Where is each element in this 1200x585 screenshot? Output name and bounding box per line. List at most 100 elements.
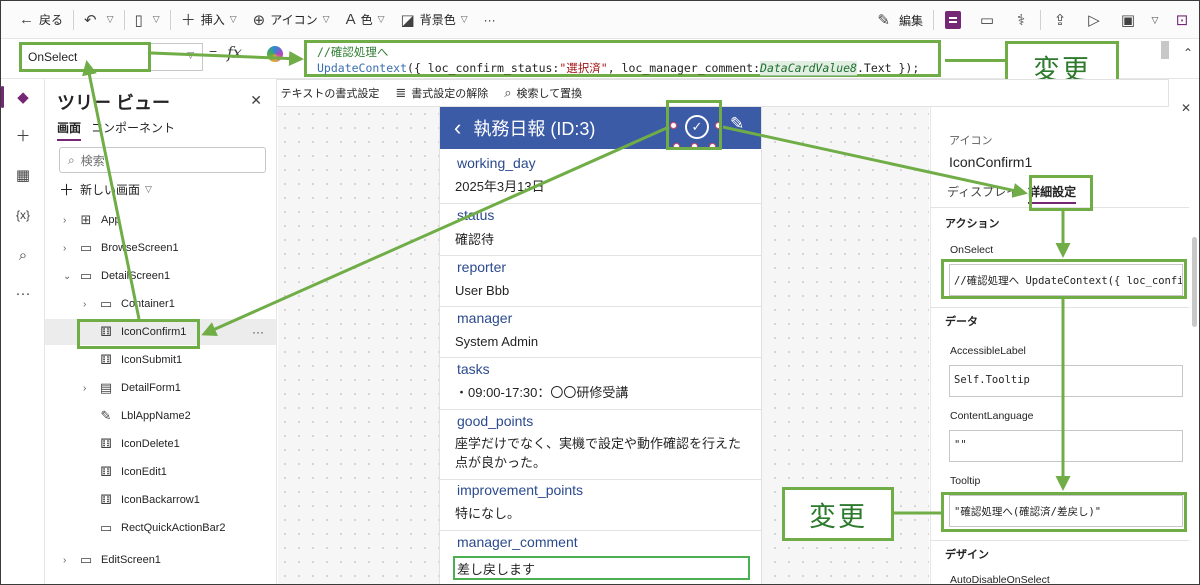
publish-icon[interactable]: ⊡ bbox=[1165, 1, 1199, 39]
share-icon[interactable]: ⇪ bbox=[1043, 1, 1077, 39]
tree-item-rectquickactionbar[interactable]: ▭ RectQuickActionBar2 bbox=[45, 515, 276, 541]
tree-item-lblappname[interactable]: ✎ LblAppName2 bbox=[45, 403, 276, 429]
layers-icon[interactable]: ◆ bbox=[1, 79, 45, 115]
chevron-right-icon[interactable]: › bbox=[63, 555, 75, 566]
tree-item-iconsubmit[interactable]: ⚅ IconSubmit1 bbox=[45, 347, 276, 373]
icon-control-icon: ⚅ bbox=[100, 436, 112, 451]
manager-comment-input[interactable]: 差し戻します bbox=[453, 556, 750, 580]
undo-button[interactable]: ↶ ▽ bbox=[76, 1, 122, 39]
chevron-down-icon[interactable]: ▽ bbox=[153, 14, 160, 25]
divider bbox=[440, 479, 761, 480]
collapse-icon[interactable]: ⌃ bbox=[1183, 46, 1193, 60]
edit-button[interactable]: ✎ 編集 bbox=[869, 1, 931, 39]
copilot-icon[interactable] bbox=[267, 46, 283, 62]
comment-icon[interactable]: ▭ bbox=[970, 1, 1004, 39]
chevron-down-icon[interactable]: ▽ bbox=[107, 14, 114, 25]
divider bbox=[931, 307, 1189, 308]
pencil-icon: ✎ bbox=[877, 12, 890, 29]
icon-button[interactable]: ⊕ アイコン ▽ bbox=[245, 1, 338, 39]
power-apps-icon[interactable] bbox=[945, 11, 961, 29]
formula-scrollbar[interactable] bbox=[1161, 41, 1169, 59]
tree-item-detailform[interactable]: › ▤ DetailForm1 bbox=[45, 375, 276, 401]
find-replace-button[interactable]: ⌕ 検索して置換 bbox=[504, 85, 582, 101]
variables-icon[interactable]: {x} bbox=[1, 197, 45, 233]
tree-item-detailscreen[interactable]: ⌄ ▭ DetailScreen1 bbox=[45, 263, 276, 289]
annotation-box-onselect bbox=[941, 259, 1187, 299]
tab-display[interactable]: ディスプレイ bbox=[947, 183, 1018, 204]
annotation-box-confirm-icon bbox=[666, 100, 722, 150]
icon-control-icon: ⚅ bbox=[100, 492, 112, 507]
tooltip-label: Tooltip bbox=[950, 475, 981, 487]
format-text-button[interactable]: ☰テキストの書式設定 bbox=[264, 85, 379, 101]
field-value: 座学だけでなく、実機で設定や動作確認を行えた点が良かった。 bbox=[455, 436, 742, 470]
tree-search-input[interactable]: ⌕ 検索 bbox=[59, 147, 266, 173]
chevron-down-icon[interactable]: ▽ bbox=[1145, 1, 1165, 39]
studio-window: ← 戻る ↶ ▽ ▯ ▽ ＋挿入 ▽ ⊕ アイコン ▽ A 色 ▽ ◪ 背景色 ▽ ··· ✎ 編集 … bbox=[0, 0, 1200, 585]
tree-item-browsescreen[interactable]: › ▭ BrowseScreen1 bbox=[45, 235, 276, 261]
more-icon[interactable]: ··· bbox=[1, 275, 45, 311]
close-icon[interactable]: ✕ bbox=[1181, 101, 1191, 115]
tree-item-app[interactable]: › ⊞ App bbox=[45, 207, 276, 233]
tab-screens[interactable]: 画面 bbox=[57, 119, 82, 141]
pencil-icon[interactable]: ✎ bbox=[730, 114, 744, 134]
screen-icon: ▭ bbox=[79, 240, 93, 255]
divider bbox=[123, 9, 125, 30]
props-scrollbar[interactable] bbox=[1192, 237, 1197, 327]
formula-editor[interactable]: //確認処理へ UpdateContext({ loc_confirm_stat… bbox=[304, 40, 941, 77]
new-screen-button[interactable]: ＋新しい画面 ▽ bbox=[59, 179, 152, 200]
accessible-label-input[interactable]: Self.Tooltip bbox=[949, 365, 1183, 397]
section-data: データ bbox=[945, 316, 978, 328]
property-dropdown[interactable]: ▽ bbox=[151, 43, 203, 71]
background-color-button[interactable]: ◪ 背景色 ▽ bbox=[393, 1, 476, 39]
content-language-label: ContentLanguage bbox=[950, 410, 1034, 422]
back-button[interactable]: ← 戻る bbox=[11, 1, 71, 39]
field-label: status bbox=[457, 207, 495, 223]
field-label: good_points bbox=[457, 413, 534, 429]
field-label: tasks bbox=[457, 361, 490, 377]
chevron-down-icon[interactable]: ⌄ bbox=[63, 271, 75, 282]
close-icon[interactable]: ✕ bbox=[250, 92, 262, 109]
control-name: IconConfirm1 bbox=[949, 154, 1033, 170]
plus-icon: ＋ bbox=[59, 182, 75, 199]
remove-format-button[interactable]: ≣ 書式設定の解除 bbox=[395, 85, 488, 101]
divider bbox=[440, 203, 761, 204]
tree-item-iconedit[interactable]: ⚅ IconEdit1 bbox=[45, 459, 276, 485]
tree-item-icondelete[interactable]: ⚅ IconDelete1 bbox=[45, 431, 276, 457]
more-button[interactable]: ··· bbox=[476, 1, 504, 39]
insert-button[interactable]: ＋挿入 ▽ bbox=[173, 1, 245, 39]
save-icon[interactable]: ▣ bbox=[1111, 1, 1145, 39]
chevron-right-icon[interactable]: › bbox=[63, 243, 75, 254]
tree-view-title: ツリー ビュー bbox=[57, 93, 171, 113]
stethoscope-icon[interactable]: ⚕ bbox=[1004, 1, 1038, 39]
section-action: アクション bbox=[945, 218, 1000, 230]
chevron-right-icon[interactable]: › bbox=[83, 383, 95, 394]
color-button[interactable]: A 色 ▽ bbox=[338, 1, 393, 39]
command-bar-right: ✎ 編集 ▭ ⚕ ⇪ ▷ ▣ ▽ ⊡ bbox=[869, 1, 1199, 39]
divider bbox=[440, 306, 761, 307]
tree-item-container[interactable]: › ▭ Container1 bbox=[45, 291, 276, 317]
chevron-right-icon[interactable]: › bbox=[83, 299, 95, 310]
divider bbox=[440, 255, 761, 256]
play-icon[interactable]: ▷ bbox=[1077, 1, 1111, 39]
icon-control-icon: ⚅ bbox=[100, 352, 112, 367]
plus-icon[interactable]: ＋ bbox=[1, 117, 45, 153]
search-icon[interactable]: ⌕ bbox=[1, 237, 45, 273]
chevron-down-icon: ▽ bbox=[322, 14, 330, 24]
table-icon[interactable]: ▦ bbox=[1, 157, 45, 193]
divider bbox=[1040, 10, 1041, 30]
annotation-box-tooltip bbox=[941, 492, 1187, 532]
tree-item-iconbackarrow[interactable]: ⚅ IconBackarrow1 bbox=[45, 487, 276, 513]
divider bbox=[931, 540, 1189, 541]
tab-components[interactable]: コンポーネント bbox=[91, 119, 175, 141]
chevron-right-icon[interactable]: › bbox=[63, 215, 75, 226]
left-rail: ◆ ＋ ▦ {x} ⌕ ··· bbox=[1, 79, 45, 584]
content-language-input[interactable]: "" bbox=[949, 430, 1183, 462]
divider bbox=[73, 9, 75, 30]
paste-button[interactable]: ▯ ▽ bbox=[127, 1, 168, 39]
text-color-icon: A bbox=[345, 11, 356, 28]
tree-item-editscreen[interactable]: › ▭ EditScreen1 bbox=[45, 547, 276, 573]
chevron-left-icon[interactable]: ‹ bbox=[454, 115, 461, 141]
chevron-down-icon: ▽ bbox=[187, 50, 194, 60]
more-icon[interactable]: ··· bbox=[252, 325, 264, 339]
property-selector[interactable]: OnSelect bbox=[19, 42, 151, 72]
